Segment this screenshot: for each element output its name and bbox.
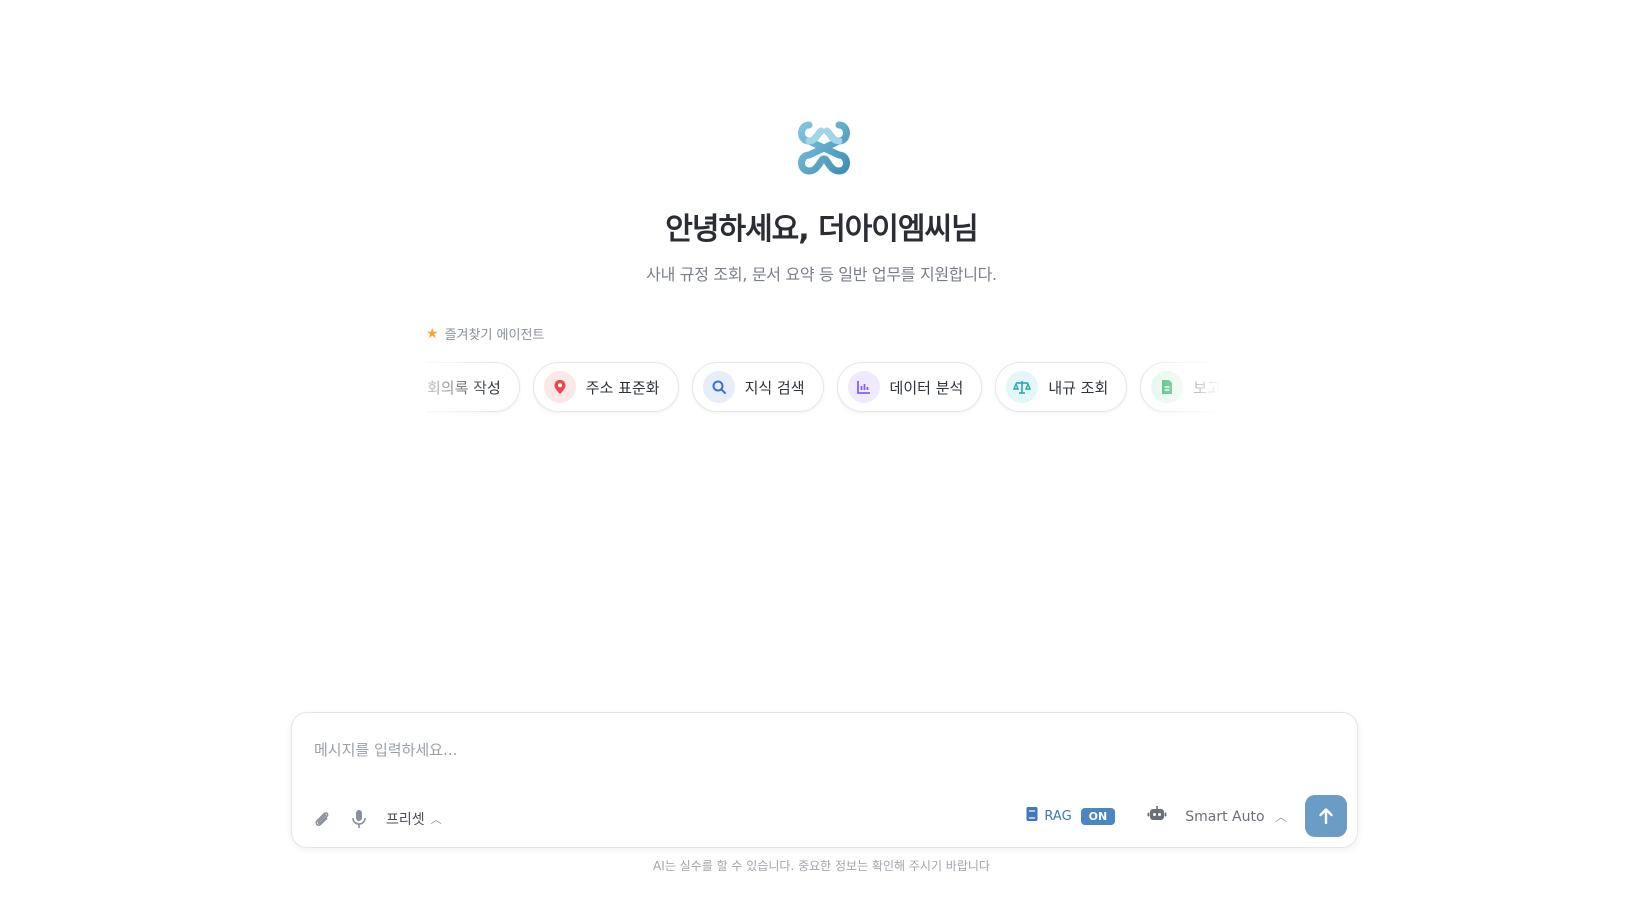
- paperclip-icon[interactable]: [312, 809, 332, 829]
- rag-toggle[interactable]: RAG ON: [1025, 806, 1116, 826]
- agent-chip-label: 주소 표준화: [585, 378, 660, 397]
- agent-chip-report[interactable]: 보고서: [1140, 362, 1221, 412]
- search-icon: [702, 371, 735, 403]
- agent-chip-data-analysis[interactable]: 데이터 분석: [836, 362, 983, 412]
- agent-chip-label: 회의록 작성: [427, 378, 501, 397]
- agent-chip-label: 내규 조회: [1048, 378, 1109, 397]
- favorite-agents-carousel[interactable]: 회의록 작성 주소 표준화 지식 검색 데이터 분석 내규 조회 보고: [426, 360, 1221, 416]
- model-label: Smart Auto: [1185, 808, 1265, 825]
- favorites-label-text: 즐겨찾기 에이전트: [444, 328, 545, 343]
- send-button[interactable]: [1305, 795, 1347, 837]
- agent-chip-address[interactable]: 주소 표준화: [532, 362, 679, 412]
- model-selector[interactable]: Smart Auto ︿: [1147, 805, 1287, 827]
- agent-chip-label: 보고서: [1193, 378, 1221, 397]
- arrow-up-icon: [1319, 808, 1333, 825]
- chart-icon: [847, 371, 880, 403]
- ai-disclaimer: AI는 실수를 할 수 있습니다. 중요한 정보는 확인해 주시기 바랍니다: [653, 859, 990, 873]
- rag-status-badge: ON: [1080, 807, 1116, 825]
- preset-dropdown[interactable]: 프리셋 ︿: [386, 809, 442, 829]
- home-screen: 안녕하세요, 더아이엠씨님 사내 규정 조회, 문서 요약 등 일반 업무를 지…: [0, 0, 1643, 918]
- map-pin-icon: [543, 371, 576, 403]
- agent-chip-knowledge-search[interactable]: 지식 검색: [691, 362, 824, 412]
- star-icon: ★: [426, 325, 439, 342]
- composer-toolbar-left: 프리셋 ︿: [312, 809, 442, 829]
- chevron-up-icon: ︿: [430, 813, 442, 826]
- message-input[interactable]: [314, 741, 1214, 759]
- scale-icon: [1006, 371, 1039, 403]
- agent-chip-regulation[interactable]: 내규 조회: [995, 362, 1128, 412]
- agent-chip-label: 지식 검색: [744, 378, 805, 397]
- microphone-icon[interactable]: [350, 809, 368, 829]
- document-icon: [1151, 371, 1184, 403]
- book-icon: [1025, 806, 1039, 826]
- agent-chip-label: 데이터 분석: [889, 378, 964, 397]
- rag-label: RAG: [1044, 808, 1072, 824]
- agent-chip-minutes[interactable]: 회의록 작성: [426, 362, 520, 412]
- greeting-title: 안녕하세요, 더아이엠씨님: [665, 212, 978, 247]
- favorite-agents-list: 회의록 작성 주소 표준화 지식 검색 데이터 분석 내규 조회 보고: [426, 362, 1221, 412]
- robot-icon: [1147, 805, 1167, 827]
- composer-toolbar-right: RAG ON Smart Auto ︿: [1025, 795, 1347, 837]
- favorites-label: ★ 즐겨찾기 에이전트: [426, 324, 545, 344]
- message-composer: 프리셋 ︿ RAG ON Smart Auto ︿: [291, 712, 1358, 848]
- preset-label: 프리셋: [386, 812, 425, 828]
- app-logo: [798, 121, 850, 175]
- chevron-up-icon: ︿: [1274, 809, 1287, 824]
- greeting-subtitle: 사내 규정 조회, 문서 요약 등 일반 업무를 지원합니다.: [646, 265, 997, 284]
